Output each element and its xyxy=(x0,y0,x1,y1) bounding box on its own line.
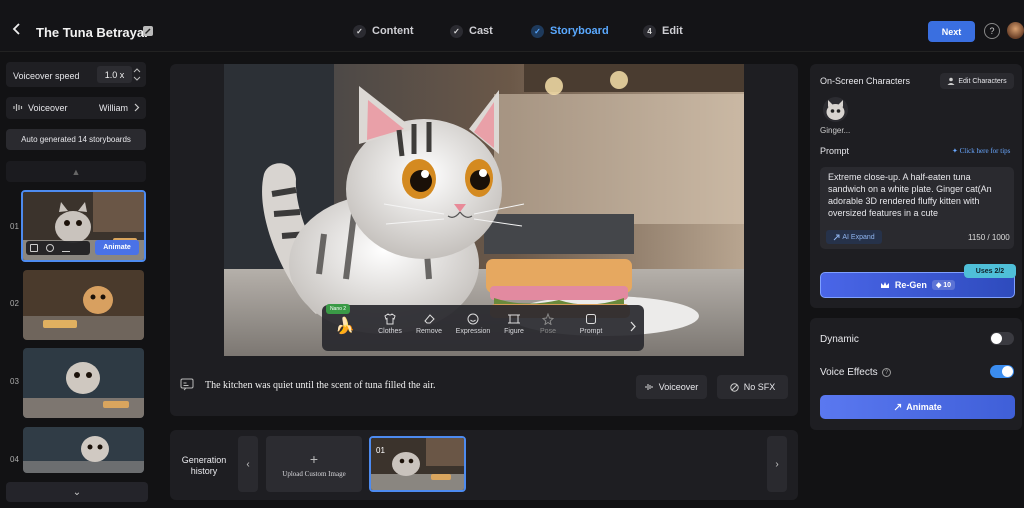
check-icon: ✓ xyxy=(531,24,544,38)
storyboard-number: 02 xyxy=(10,299,19,308)
storyboard-number: 01 xyxy=(10,222,19,231)
uses-badge: Uses 2/2 xyxy=(964,264,1016,278)
step-cast[interactable]: ✓ Cast xyxy=(450,22,493,40)
figure-icon xyxy=(508,314,520,324)
animate-icon xyxy=(894,403,902,410)
storyboard-thumb-02[interactable] xyxy=(23,270,144,340)
waveform-icon xyxy=(13,104,23,111)
waveform-icon xyxy=(645,384,653,390)
voiceover-speed-label: Voiceover speed xyxy=(13,71,80,81)
scroll-down-button[interactable]: ⌄ xyxy=(6,482,148,502)
model-badge: Nano 2 xyxy=(326,304,350,314)
prompt-icon xyxy=(586,314,596,324)
shirt-icon xyxy=(384,313,396,325)
dynamic-label: Dynamic xyxy=(820,334,859,345)
crown-icon xyxy=(880,282,889,288)
toggle-knob xyxy=(991,333,1002,344)
voice-name: William xyxy=(99,103,128,113)
plus-icon: + xyxy=(309,450,319,467)
subtitle-icon xyxy=(180,378,194,391)
tool-remove[interactable]: Remove xyxy=(409,313,449,345)
scroll-up-button[interactable]: ▲ xyxy=(6,161,146,182)
project-title: The Tuna Betrayal xyxy=(36,25,148,40)
tool-clothes[interactable]: Clothes xyxy=(370,313,410,345)
history-thumb[interactable] xyxy=(369,436,466,492)
character-name: Ginger... xyxy=(820,126,851,135)
step-content[interactable]: ✓ Content xyxy=(353,22,414,40)
chevron-right-icon xyxy=(134,103,140,112)
generation-history-label: Generation history xyxy=(181,455,227,476)
char-count: 1150 / 1000 xyxy=(968,233,1010,242)
next-button[interactable]: Next xyxy=(928,21,975,42)
expand-icon xyxy=(833,234,840,240)
help-icon[interactable]: ? xyxy=(984,23,1000,39)
cat-avatar-image xyxy=(826,100,845,120)
scene-caption[interactable]: The kitchen was quiet until the scent of… xyxy=(205,380,436,391)
thumb-animate-button[interactable]: Animate xyxy=(95,240,139,255)
prompt-text: Extreme close-up. A half-eaten tuna sand… xyxy=(828,172,992,218)
tool-pose[interactable]: Pose xyxy=(528,313,568,345)
on-screen-characters-label: On-Screen Characters xyxy=(820,76,911,86)
storyboard-thumb-03[interactable] xyxy=(23,348,144,418)
step-storyboard[interactable]: ✓ Storyboard xyxy=(531,22,609,40)
step-edit[interactable]: 4 Edit xyxy=(643,22,683,40)
check-icon: ✓ xyxy=(450,24,463,38)
tips-link[interactable]: ✦ Click here for tips xyxy=(952,147,1010,155)
smiley-icon xyxy=(467,313,479,325)
storyboard-thumb-04[interactable] xyxy=(23,427,144,473)
toolbar-next-icon[interactable] xyxy=(629,321,637,332)
toggle-knob xyxy=(1002,366,1013,377)
dynamic-toggle[interactable] xyxy=(990,332,1014,345)
edit-characters-button[interactable]: Edit Characters xyxy=(940,73,1014,89)
step-number: 4 xyxy=(643,24,656,38)
no-sound-icon xyxy=(730,382,739,392)
prompt-label: Prompt xyxy=(820,146,850,156)
upload-custom-image-button[interactable]: + Upload Custom Image xyxy=(266,436,362,492)
pose-icon xyxy=(542,313,554,325)
voice-effects-label: Voice Effects xyxy=(820,367,878,378)
animate-button[interactable]: Animate xyxy=(820,395,1015,419)
edit-title-icon[interactable] xyxy=(142,25,154,37)
history-prev-button[interactable]: ‹ xyxy=(238,436,258,492)
info-icon[interactable]: ? xyxy=(882,368,891,377)
voiceover-speed-stepper[interactable]: 1.0 x xyxy=(97,66,132,83)
voiceover-label: Voiceover xyxy=(28,103,68,113)
storyboard-image xyxy=(23,427,144,473)
banana-icon[interactable]: 🍌 xyxy=(335,316,355,336)
avatar[interactable] xyxy=(1007,22,1024,39)
character-avatar[interactable] xyxy=(823,97,848,122)
history-next-button[interactable]: › xyxy=(767,436,787,492)
generation-history-panel xyxy=(170,430,798,500)
regen-cost: ◆ 10 xyxy=(931,280,956,290)
auto-generated-button[interactable]: Auto generated 14 storyboards xyxy=(6,129,146,150)
back-arrow-icon[interactable] xyxy=(10,22,24,36)
check-icon: ✓ xyxy=(353,24,366,38)
storyboard-image xyxy=(23,348,144,418)
voiceover-button[interactable]: Voiceover xyxy=(636,375,707,399)
regenerate-icon[interactable] xyxy=(46,244,54,252)
eraser-icon xyxy=(424,314,435,324)
delete-icon[interactable] xyxy=(30,244,38,252)
stepper-arrows-icon[interactable] xyxy=(133,66,141,83)
user-icon xyxy=(947,77,955,85)
voice-effects-toggle[interactable] xyxy=(990,365,1014,378)
tool-expression[interactable]: Expression xyxy=(453,313,493,345)
ai-expand-button[interactable]: AI Expand xyxy=(826,230,882,244)
storyboard-number: 04 xyxy=(10,455,19,464)
history-thumb-number: 01 xyxy=(376,446,385,455)
tool-prompt[interactable]: Prompt xyxy=(571,313,611,345)
sfx-button[interactable]: No SFX xyxy=(717,375,788,399)
download-icon[interactable] xyxy=(62,244,70,252)
storyboard-image xyxy=(23,270,144,340)
storyboard-number: 03 xyxy=(10,377,19,386)
